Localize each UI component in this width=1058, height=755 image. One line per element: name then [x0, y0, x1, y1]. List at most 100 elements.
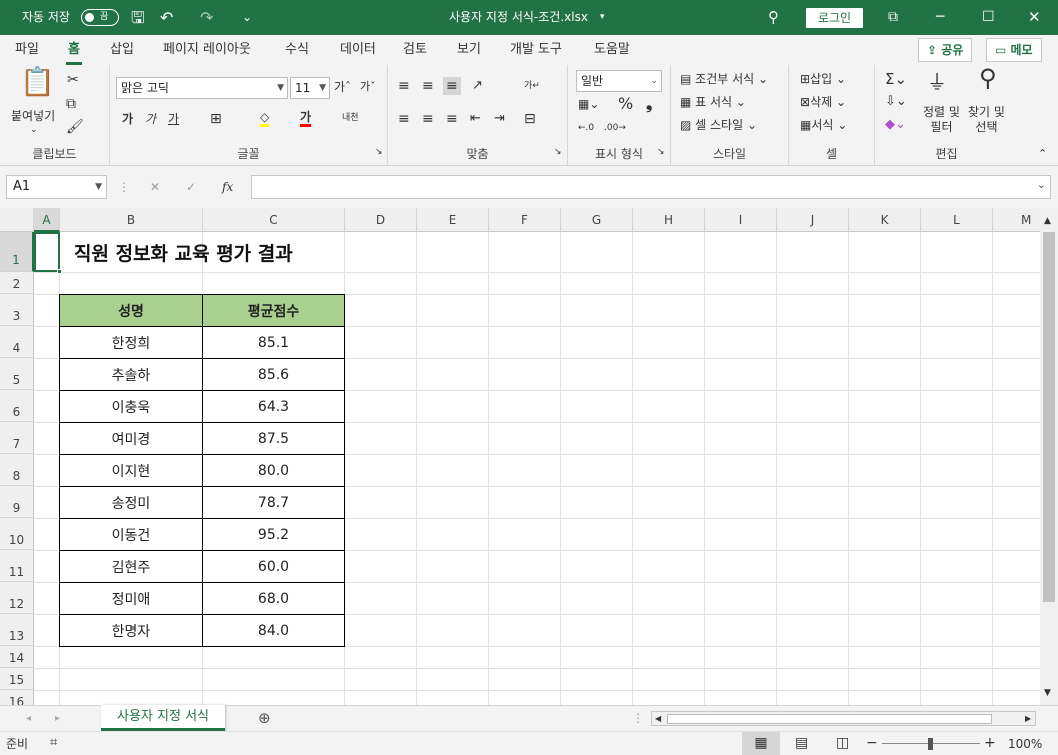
underline-button[interactable]: 가 [168, 110, 179, 128]
login-button[interactable]: 로그인 [806, 8, 863, 28]
font-size-select[interactable]: 11 ▼ [290, 77, 330, 99]
column-header-E[interactable]: E [417, 208, 489, 232]
tab-view[interactable]: 보기 [457, 35, 481, 65]
column-header-C[interactable]: C [203, 208, 345, 232]
tab-formulas[interactable]: 수식 [285, 35, 309, 65]
orientation-icon[interactable]: ↗ [472, 77, 483, 95]
find-select-button[interactable]: 찾기 및 선택 [968, 105, 1005, 135]
prev-sheet-icon[interactable]: ◂ [26, 710, 31, 728]
font-name-select[interactable]: 맑은 고딕 ▼ [116, 77, 288, 99]
score-cell[interactable]: 80.0 [202, 454, 345, 487]
font-color-button[interactable]: 가 [300, 110, 312, 127]
name-cell[interactable]: 이지현 [59, 454, 203, 487]
ribbon-display-icon[interactable]: ⧉ [888, 0, 898, 35]
split-handle-icon[interactable]: ⋮ [632, 709, 644, 727]
column-header-D[interactable]: D [345, 208, 417, 232]
row-header-4[interactable]: 4 [0, 326, 34, 358]
row-header-8[interactable]: 8 [0, 454, 34, 486]
score-cell[interactable]: 68.0 [202, 582, 345, 615]
row-header-10[interactable]: 10 [0, 518, 34, 550]
score-cell[interactable]: 85.1 [202, 326, 345, 359]
italic-button[interactable]: 가 [145, 110, 156, 128]
tab-developer[interactable]: 개발 도구 [510, 35, 562, 65]
currency-icon[interactable]: ▦⌄ [578, 95, 599, 113]
header-cell-score[interactable]: 평균점수 [202, 294, 345, 327]
name-cell[interactable]: 한명자 [59, 614, 203, 647]
row-header-15[interactable]: 15 [0, 668, 34, 690]
fill-color-icon[interactable]: ◇ [260, 110, 270, 127]
scroll-up-icon[interactable]: ▲ [1044, 212, 1051, 230]
autosave-toggle[interactable]: 끔 [81, 9, 119, 26]
score-cell[interactable]: 60.0 [202, 550, 345, 583]
insert-cells-button[interactable]: ⊞삽입 ⌄ [800, 70, 846, 88]
column-header-M[interactable]: M [993, 208, 1040, 232]
page-break-view-icon[interactable]: ◫ [836, 734, 849, 752]
format-painter-icon[interactable]: 🖌 [66, 118, 84, 136]
increase-font-icon[interactable]: 가ˆ [334, 78, 351, 96]
tab-page-layout[interactable]: 페이지 레이아웃 [163, 35, 251, 65]
row-header-11[interactable]: 11 [0, 550, 34, 582]
sort-filter-button[interactable]: 정렬 및 필터 [923, 105, 960, 135]
score-cell[interactable]: 85.6 [202, 358, 345, 391]
align-bottom-icon[interactable]: ≡ [443, 77, 461, 95]
page-layout-view-icon[interactable]: ▤ [795, 734, 808, 752]
expand-formula-icon[interactable]: ⌄ [1037, 178, 1046, 191]
paste-icon[interactable]: 📋 [20, 68, 55, 96]
name-cell[interactable]: 추솔하 [59, 358, 203, 391]
next-sheet-icon[interactable]: ▸ [55, 710, 60, 728]
tab-home[interactable]: 홈 [66, 35, 82, 65]
scroll-down-icon[interactable]: ▼ [1044, 684, 1051, 702]
bold-button[interactable]: 가 [122, 110, 133, 128]
drag-handle-icon[interactable]: ⋮ [118, 178, 130, 196]
select-all-corner[interactable] [0, 208, 34, 232]
undo-icon[interactable]: ↶ [160, 0, 173, 35]
horizontal-scrollbar[interactable]: ◀ ▶ [651, 711, 1036, 726]
row-header-12[interactable]: 12 [0, 582, 34, 614]
zoom-in-icon[interactable]: + [984, 734, 996, 752]
column-header-G[interactable]: G [561, 208, 633, 232]
zoom-level[interactable]: 100% [1008, 735, 1042, 753]
add-sheet-icon[interactable]: ⊕ [258, 709, 271, 727]
macro-record-icon[interactable]: ⌗ [50, 734, 57, 752]
copy-icon[interactable]: ⧉ [66, 95, 76, 113]
decrease-indent-icon[interactable]: ⇤ [470, 110, 481, 128]
row-header-5[interactable]: 5 [0, 358, 34, 390]
tab-file[interactable]: 파일 [15, 35, 39, 65]
vertical-scrollbar[interactable]: ▲ ▼ [1040, 208, 1058, 705]
fill-icon[interactable]: ⇩⌄ [885, 93, 907, 111]
align-left-icon[interactable]: ≡ [398, 110, 410, 128]
column-header-H[interactable]: H [633, 208, 705, 232]
column-header-J[interactable]: J [777, 208, 849, 232]
decrease-font-icon[interactable]: 가ˇ [360, 78, 376, 96]
clear-icon[interactable]: ◆⌄ [885, 116, 906, 134]
maximize-icon[interactable]: ☐ [982, 0, 995, 35]
phonetic-icon[interactable]: 내천 [342, 109, 359, 127]
tab-review[interactable]: 검토 [403, 35, 427, 65]
name-cell[interactable]: 여미경 [59, 422, 203, 455]
header-cell-name[interactable]: 성명 [59, 294, 203, 327]
customize-qat-icon[interactable]: ⌄ [242, 0, 252, 35]
comma-icon[interactable]: ❟ [646, 95, 652, 113]
worksheet-grid[interactable]: A B C D E F G H I J K L M 1 2 3 4 5 6 7 … [0, 208, 1040, 705]
scroll-thumb[interactable] [1043, 232, 1055, 602]
score-cell[interactable]: 84.0 [202, 614, 345, 647]
percent-button[interactable]: % [618, 95, 633, 113]
title-dropdown-icon[interactable]: ▾ [600, 0, 605, 35]
align-right-icon[interactable]: ≡ [446, 110, 458, 128]
increase-decimal-icon[interactable]: ←.0 [578, 119, 594, 137]
row-header-16[interactable]: 16 [0, 690, 34, 705]
enter-icon[interactable]: ✓ [186, 178, 196, 196]
fill-handle[interactable] [57, 269, 62, 274]
zoom-out-icon[interactable]: − [866, 734, 878, 752]
delete-cells-button[interactable]: ⊠삭제 ⌄ [800, 93, 846, 111]
align-top-icon[interactable]: ≡ [398, 77, 410, 95]
column-header-A[interactable]: A [34, 208, 60, 232]
align-middle-icon[interactable]: ≡ [422, 77, 434, 95]
column-header-L[interactable]: L [921, 208, 993, 232]
share-button[interactable]: ⇪ 공유 [918, 38, 973, 62]
cancel-icon[interactable]: ✕ [150, 178, 160, 196]
tab-help[interactable]: 도움말 [594, 35, 630, 65]
format-as-table-button[interactable]: ▦ 표 서식 ⌄ [680, 93, 746, 111]
name-cell[interactable]: 한정희 [59, 326, 203, 359]
column-header-B[interactable]: B [60, 208, 203, 232]
